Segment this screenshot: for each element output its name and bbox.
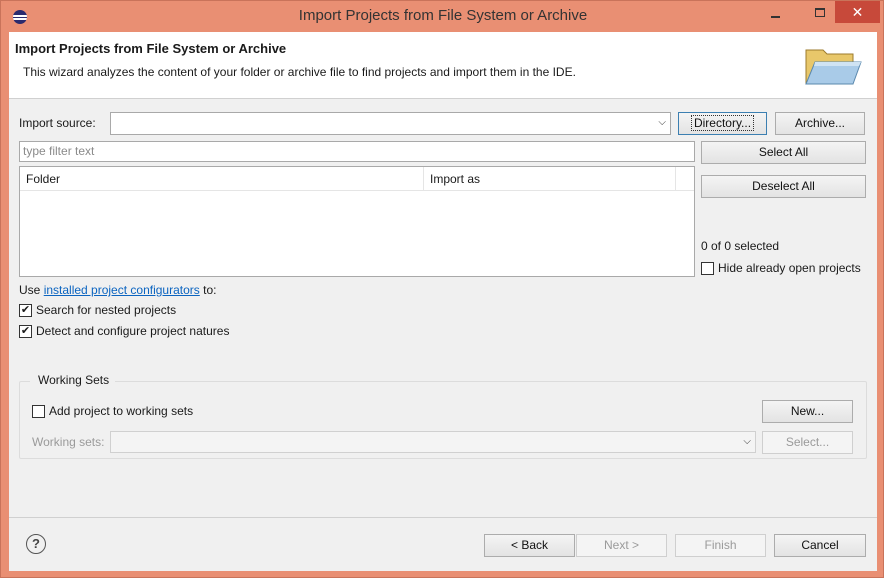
directory-button-label: Directory...	[690, 115, 755, 131]
cancel-button[interactable]: Cancel	[774, 534, 866, 557]
deselect-all-label: Deselect All	[752, 179, 815, 193]
maximize-button[interactable]	[806, 1, 834, 23]
checkbox-box	[701, 261, 714, 275]
configurators-line: Use installed project configurators to:	[19, 283, 216, 297]
hide-open-projects-label: Hide already open projects	[718, 261, 861, 275]
detect-natures-label: Detect and configure project natures	[36, 324, 230, 338]
maximize-icon	[815, 7, 825, 17]
back-button-label: < Back	[510, 538, 549, 552]
dialog-content: Import Projects from File System or Arch…	[9, 32, 877, 571]
wizard-description: This wizard analyzes the content of your…	[23, 65, 576, 79]
checkbox-box	[32, 404, 45, 418]
minimize-button[interactable]	[761, 1, 789, 23]
next-button[interactable]: Next >	[576, 534, 667, 557]
close-icon: ✕	[851, 3, 864, 20]
check-icon: ✔	[19, 303, 32, 317]
new-working-set-button[interactable]: New...	[762, 400, 853, 423]
filter-field[interactable]	[19, 141, 695, 162]
open-folder-icon	[805, 49, 862, 85]
cancel-button-label: Cancel	[801, 538, 839, 552]
finish-button-label: Finish	[704, 538, 737, 552]
working-sets-group-label: Working Sets	[30, 373, 116, 387]
column-header-import-as[interactable]: Import as	[424, 167, 676, 191]
working-sets-group: Working Sets Add project to working sets…	[19, 373, 867, 459]
configurators-suffix: to:	[199, 283, 217, 297]
wizard-title: Import Projects from File System or Arch…	[15, 41, 287, 56]
minimize-icon	[770, 16, 780, 18]
import-source-combo[interactable]: ⌵	[110, 112, 671, 135]
select-all-label: Select All	[758, 145, 809, 159]
import-source-label: Import source:	[19, 116, 96, 130]
selected-count: 0 of 0 selected	[701, 239, 780, 253]
deselect-all-button[interactable]: Deselect All	[701, 175, 866, 198]
column-header-folder[interactable]: Folder	[20, 167, 424, 191]
select-working-sets-button[interactable]: Select...	[762, 431, 853, 454]
search-nested-checkbox[interactable]: ✔ Search for nested projects	[19, 303, 176, 317]
configurators-prefix: Use	[19, 283, 44, 297]
wizard-header: Import Projects from File System or Arch…	[9, 32, 877, 99]
footer-separator	[9, 517, 877, 518]
table-header: Folder Import as	[20, 167, 694, 191]
select-button-label: Select...	[785, 435, 830, 449]
search-nested-label: Search for nested projects	[36, 303, 177, 317]
help-icon[interactable]: ?	[26, 534, 46, 554]
window-title: Import Projects from File System or Arch…	[298, 7, 588, 24]
chevron-down-icon: ⌵	[743, 436, 751, 447]
check-icon: ✔	[19, 324, 32, 338]
dialog-window: Import Projects from File System or Arch…	[0, 0, 884, 578]
projects-table[interactable]: Folder Import as	[19, 166, 695, 277]
hide-open-projects-checkbox[interactable]: Hide already open projects	[701, 261, 861, 275]
installed-configurators-link[interactable]: installed project configurators	[44, 283, 200, 297]
close-button[interactable]: ✕	[835, 1, 880, 23]
finish-button[interactable]: Finish	[675, 534, 766, 557]
next-button-label: Next >	[603, 538, 639, 552]
chevron-down-icon: ⌵	[658, 117, 666, 128]
back-button[interactable]: < Back	[484, 534, 575, 557]
archive-button[interactable]: Archive...	[775, 112, 865, 135]
add-to-working-sets-label: Add project to working sets	[49, 404, 194, 418]
filter-input[interactable]	[23, 144, 691, 158]
working-sets-combo[interactable]: ⌵	[110, 431, 756, 453]
new-button-label: New...	[790, 404, 825, 418]
directory-button[interactable]: Directory...	[678, 112, 767, 135]
archive-button-label: Archive...	[794, 116, 845, 130]
select-all-button[interactable]: Select All	[701, 141, 866, 164]
working-sets-label: Working sets:	[32, 435, 105, 449]
detect-natures-checkbox[interactable]: ✔ Detect and configure project natures	[19, 324, 229, 338]
add-to-working-sets-checkbox[interactable]: Add project to working sets	[32, 404, 193, 418]
title-bar: Import Projects from File System or Arch…	[1, 1, 884, 32]
